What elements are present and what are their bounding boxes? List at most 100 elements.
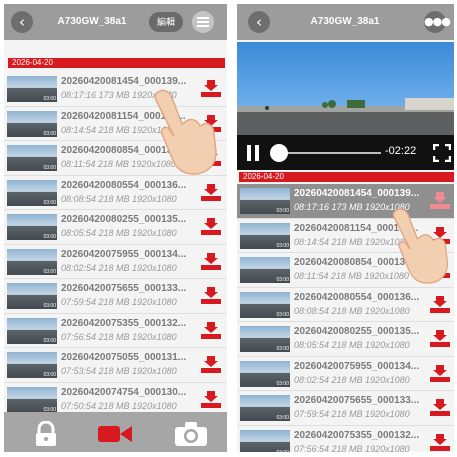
download-icon[interactable] xyxy=(201,356,221,373)
tap-hand-icon xyxy=(392,208,449,284)
download-icon[interactable] xyxy=(430,433,450,451)
thumb-duration: 03:00 xyxy=(276,346,289,352)
download-icon[interactable] xyxy=(201,390,221,408)
file-row[interactable]: 03:00 20260420075955_000134... 08:02:54 21… xyxy=(237,357,454,391)
file-row[interactable]: 03:00 20260420075355_000132... 07:56:54 21… xyxy=(237,426,454,453)
file-row[interactable]: 03:00 20260420075355_000132... 07:56:54 21… xyxy=(4,314,227,348)
file-row[interactable]: 03:00 20260420075055_000131... 07:53:54 21… xyxy=(4,348,227,383)
seek-bar[interactable] xyxy=(273,152,381,154)
file-name: 20260420075055_000131... xyxy=(61,352,187,363)
back-arrow-icon: ‹ xyxy=(256,13,262,31)
player-controls: -02:22 xyxy=(237,135,454,170)
thumb-duration: 03:00 xyxy=(43,165,56,171)
download-icon[interactable] xyxy=(430,364,450,382)
file-meta: 07:56:54 218 MB 1920x1080 xyxy=(61,331,177,342)
video-thumbnail: 03:00 xyxy=(7,386,57,413)
thumb-duration: 03:00 xyxy=(43,234,56,240)
video-scene xyxy=(237,98,454,137)
file-meta: 08:08:54 218 MB 1920x1080 xyxy=(294,305,410,316)
file-row[interactable]: 03:00 20260420080554_000136... 08:08:54 21… xyxy=(4,176,227,210)
thumb-duration: 03:00 xyxy=(276,277,289,283)
edit-button[interactable]: 編輯 xyxy=(149,12,183,32)
download-icon[interactable] xyxy=(201,287,221,304)
file-row[interactable]: 03:00 20260420075955_000134... 08:02:54 21… xyxy=(4,245,227,279)
thumb-duration: 03:00 xyxy=(43,372,56,378)
remaining-time: -02:22 xyxy=(385,145,417,157)
download-icon[interactable] xyxy=(201,183,221,201)
file-meta: 07:53:54 218 MB 1920x1080 xyxy=(61,366,177,376)
video-thumbnail: 03:00 xyxy=(240,326,290,352)
download-icon[interactable] xyxy=(430,399,450,416)
thumb-duration: 03:00 xyxy=(276,450,289,453)
video-thumbnail: 03:00 xyxy=(240,291,290,318)
download-icon[interactable] xyxy=(201,252,221,270)
download-icon[interactable] xyxy=(430,295,450,313)
file-name: 20260420075355_000132... xyxy=(61,317,187,329)
video-thumbnail: 03:00 xyxy=(7,283,57,309)
thumb-duration: 03:00 xyxy=(276,415,289,421)
pause-icon[interactable] xyxy=(247,145,259,161)
back-arrow-icon: ‹ xyxy=(19,13,25,31)
back-button[interactable]: ‹ xyxy=(248,11,270,33)
file-name: 20260420075655_000133... xyxy=(61,283,187,294)
date-header: 2026-04-20 xyxy=(239,172,454,182)
video-thumbnail: 03:00 xyxy=(240,188,290,214)
video-thumbnail: 03:00 xyxy=(240,222,290,249)
file-name: 20260420080554_000136... xyxy=(294,291,420,303)
date-header: 2026-04-20 xyxy=(8,58,225,68)
video-camera-icon[interactable] xyxy=(98,424,132,444)
thumb-duration: 03:00 xyxy=(43,268,56,275)
file-meta: 08:05:54 218 MB 1920x1080 xyxy=(294,340,410,350)
device-title: A730GW_38a1 xyxy=(57,16,127,27)
seek-handle[interactable] xyxy=(270,144,288,162)
thumb-duration: 03:00 xyxy=(43,199,56,206)
file-row[interactable]: 03:00 20260420075655_000133... 07:59:54 21… xyxy=(237,391,454,426)
video-thumbnail: 03:00 xyxy=(7,248,57,275)
bottom-tab-bar xyxy=(4,412,227,452)
file-name: 20260420080255_000135... xyxy=(294,326,420,337)
thumb-duration: 03:00 xyxy=(276,242,289,249)
video-thumbnail: 03:00 xyxy=(240,360,290,387)
file-meta: 07:56:54 218 MB 1920x1080 xyxy=(294,443,410,453)
lock-icon[interactable] xyxy=(34,421,58,447)
download-icon[interactable] xyxy=(201,321,221,339)
playback-screen: ‹ A730GW_38a1 ●●● -02:22 2026-04-20 03:0… xyxy=(237,4,454,452)
file-name: 20260420075955_000134... xyxy=(61,248,187,260)
file-meta: 08:02:54 218 MB 1920x1080 xyxy=(61,262,177,273)
file-row[interactable]: 03:00 20260420080255_000135... 08:05:54 21… xyxy=(4,210,227,245)
file-name: 20260420074754_000130... xyxy=(61,386,187,398)
device-title: A730GW_38a1 xyxy=(310,16,380,27)
thumb-duration: 03:00 xyxy=(43,96,56,102)
thumb-duration: 03:00 xyxy=(276,380,289,387)
video-thumbnail: 03:00 xyxy=(240,257,290,283)
file-meta: 08:02:54 218 MB 1920x1080 xyxy=(294,374,410,385)
list-view-icon[interactable] xyxy=(192,11,214,33)
fullscreen-icon[interactable] xyxy=(433,144,451,162)
file-meta: 08:05:54 218 MB 1920x1080 xyxy=(61,228,177,238)
back-button[interactable]: ‹ xyxy=(11,11,33,33)
file-name: 20260420075955_000134... xyxy=(294,360,420,372)
download-icon[interactable] xyxy=(430,330,450,347)
video-thumbnail: 03:00 xyxy=(7,145,57,171)
file-row[interactable]: 03:00 20260420075655_000133... 07:59:54 21… xyxy=(4,279,227,314)
video-thumbnail: 03:00 xyxy=(7,110,57,137)
camera-icon[interactable] xyxy=(174,421,208,447)
file-meta: 07:50:54 218 MB 1920x1080 xyxy=(61,400,177,411)
video-thumbnail: 03:00 xyxy=(7,76,57,102)
video-thumbnail: 03:00 xyxy=(7,214,57,240)
file-name: 20260420080255_000135... xyxy=(61,214,187,225)
file-meta: 07:59:54 218 MB 1920x1080 xyxy=(294,409,410,419)
more-button[interactable]: ●●● xyxy=(424,11,451,33)
file-name: 20260420081454_000139... xyxy=(294,188,420,199)
file-name: 20260420075655_000133... xyxy=(294,395,420,406)
download-icon[interactable] xyxy=(201,218,221,235)
thumb-duration: 03:00 xyxy=(43,337,56,344)
thumb-duration: 03:00 xyxy=(43,303,56,309)
file-row[interactable]: 03:00 20260420080554_000136... 08:08:54 21… xyxy=(237,288,454,322)
tap-hand-icon xyxy=(154,89,217,175)
video-thumbnail: 03:00 xyxy=(7,179,57,206)
thumb-duration: 03:00 xyxy=(276,208,289,214)
file-row[interactable]: 03:00 20260420080255_000135... 08:05:54 21… xyxy=(237,322,454,357)
top-bar: ‹ A730GW_38a1 ●●● xyxy=(237,4,454,40)
video-thumbnail: 03:00 xyxy=(7,352,57,378)
